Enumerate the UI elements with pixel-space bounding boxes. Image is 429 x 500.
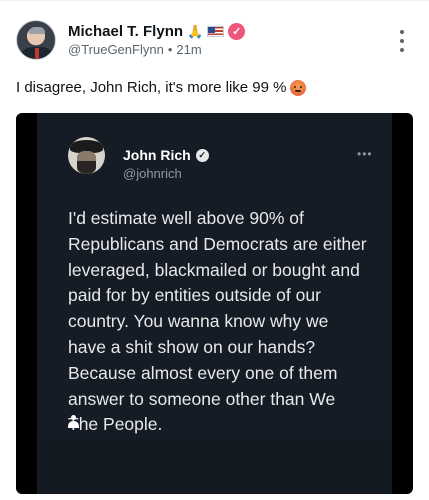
verified-badge-icon: ✓ — [228, 22, 246, 40]
author-meta: @TrueGenFlynn • 21m — [68, 42, 202, 57]
embedded-handle: @johnrich — [123, 166, 182, 181]
praying-hands-icon: 🙏 — [187, 23, 204, 39]
embedded-avatar — [68, 137, 105, 174]
meta-separator: • — [167, 42, 173, 57]
embedded-name-line: John Rich ✓ — [123, 147, 209, 163]
embedded-text-line: paid for by entities outside of our — [68, 285, 321, 306]
post-timestamp[interactable]: 21m — [176, 42, 201, 57]
author-name-line: Michael T. Flynn 🙏 ✓ — [68, 21, 246, 41]
author-display-name[interactable]: Michael T. Flynn — [68, 23, 183, 40]
embedded-text-line: The People. — [68, 414, 163, 435]
author-handle[interactable]: @TrueGenFlynn — [68, 42, 164, 57]
post-media[interactable]: John Rich ✓ @johnrich ••• I'd estimate w… — [16, 113, 413, 494]
embedded-tweet-text: I'd estimate well above 90% of Republica… — [68, 206, 388, 438]
embedded-tweet-card: John Rich ✓ @johnrich ••• I'd estimate w… — [37, 113, 392, 494]
embedded-verified-icon: ✓ — [195, 148, 209, 162]
embedded-text-line: Republicans and Democrats are either — [68, 233, 367, 254]
embedded-text-line: country. You wanna know why we — [68, 311, 329, 332]
post-header: Michael T. Flynn 🙏 ✓ @TrueGenFlynn • 21m — [16, 20, 413, 64]
more-vertical-icon[interactable] — [397, 30, 407, 52]
angry-face-icon — [290, 79, 307, 96]
post-body: I disagree, John Rich, it's more like 99… — [16, 79, 287, 96]
embedded-text-line: answer to someone other than We — [68, 388, 336, 409]
person-icon[interactable] — [68, 415, 79, 428]
embedded-display-name: John Rich — [123, 147, 191, 163]
avatar[interactable] — [16, 20, 56, 60]
top-divider — [0, 0, 429, 4]
embedded-text-line: Because almost every one of them — [68, 362, 338, 383]
post-text: I disagree, John Rich, it's more like 99… — [16, 79, 307, 96]
embedded-more-icon: ••• — [357, 147, 373, 161]
embedded-text-line: leveraged, blackmailed or bought and — [68, 259, 360, 280]
embedded-text-line: I'd estimate well above 90% of — [68, 208, 304, 228]
card-lower-shade — [37, 438, 392, 494]
us-flag-icon — [207, 25, 225, 37]
embedded-text-line: have a shit show on our hands? — [68, 336, 316, 357]
